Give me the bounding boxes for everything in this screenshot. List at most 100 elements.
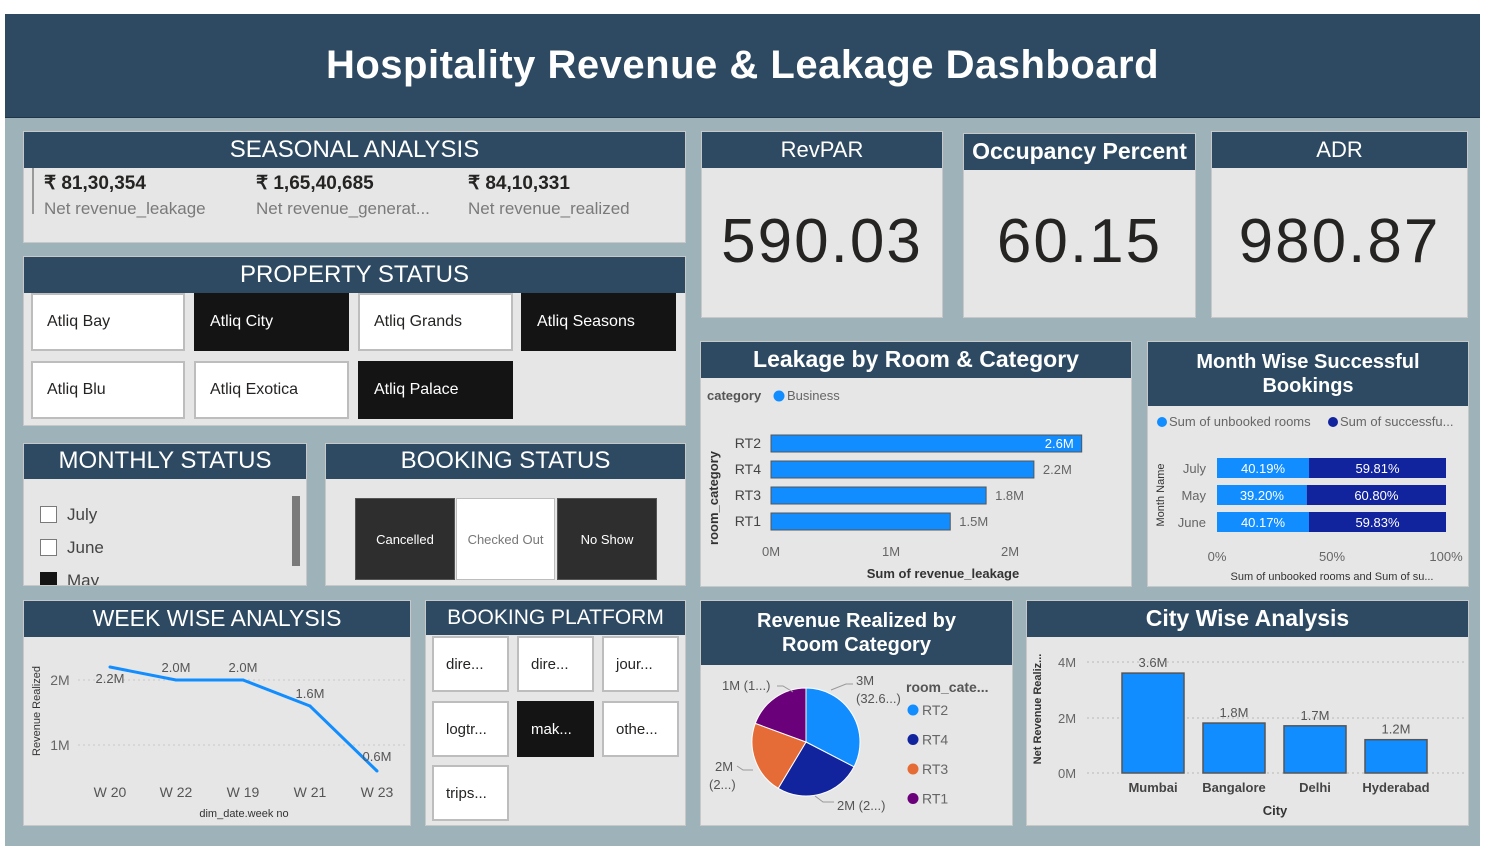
booking-no-show-button[interactable]: No Show [557, 498, 657, 580]
x-tick-50: 50% [1319, 549, 1345, 564]
week-line-chart[interactable]: Revenue Realized 2M 1M 2.2M W 20 2.0M W 22 2… [24, 637, 410, 825]
revenue-pie-chart[interactable]: 3M (32.6...) 2M (2...) 2M (2...) 1M (1..… [701, 665, 1012, 825]
pie-callout: (2...) [709, 777, 736, 792]
legend-marker-successful [1328, 417, 1338, 427]
platform-journey-button[interactable]: jour... [602, 636, 679, 692]
line-point [308, 704, 312, 708]
month-june-label[interactable]: June [67, 538, 104, 558]
week-analysis-card: WEEK WISE ANALYSIS Revenue Realized 2M 1… [23, 600, 411, 826]
point-value-label: 2.0M [229, 660, 258, 675]
line-point [375, 769, 379, 773]
x-tick-label: W 20 [94, 784, 127, 800]
x-tick-100: 100% [1429, 549, 1463, 564]
dashboard-title: Hospitality Revenue & Leakage Dashboard [5, 14, 1480, 118]
property-atliq-blu-button[interactable]: Atliq Blu [31, 361, 185, 419]
bar-value-label: 1.5M [959, 514, 988, 529]
month-stacked-bar-chart[interactable]: Sum of unbooked rooms Sum of successfu..… [1148, 406, 1468, 586]
legend-marker [907, 734, 919, 745]
y-axis-title: Net Revenue Realiz... [1032, 654, 1044, 765]
legend-item: RT1 [922, 791, 948, 807]
property-atliq-city-button[interactable]: Atliq City [194, 293, 349, 351]
kpi-value: ₹ 81,30,354 [44, 173, 146, 194]
kpi-net-revenue-realized[interactable]: ₹ 84,10,331 Net revenue_realized [468, 172, 630, 219]
property-atliq-palace-button[interactable]: Atliq Palace [358, 361, 513, 419]
callout-line [736, 765, 753, 771]
platform-direct-online-button[interactable]: dire... [432, 636, 509, 692]
legend-marker-business [773, 390, 785, 402]
occupancy-card[interactable]: Occupancy Percent 60.15 [963, 133, 1196, 318]
x-tick-1m: 1M [882, 544, 900, 559]
month-june-checkbox[interactable] [40, 539, 57, 556]
kpi-label: Net revenue_realized [468, 199, 630, 218]
line-point [108, 665, 112, 669]
monthly-status-scrollbar[interactable] [292, 496, 300, 566]
monthly-status-card: MONTHLY STATUS July June May [23, 443, 307, 586]
leakage-bar [770, 460, 1035, 479]
y-tick-label: RT2 [735, 435, 761, 451]
pie-legend-title: room_cate... [906, 679, 988, 695]
month-july-checkbox[interactable] [40, 506, 57, 523]
x-tick-label: W 19 [227, 784, 260, 800]
month-july-label[interactable]: July [67, 505, 97, 525]
booking-checked-out-button[interactable]: Checked Out [456, 498, 555, 580]
legend-item-successful: Sum of successfu... [1340, 414, 1453, 429]
legend-item-business: Business [787, 388, 840, 403]
occupancy-heading: Occupancy Percent [964, 134, 1195, 170]
point-value-label: 2.2M [96, 671, 125, 686]
property-status-card: PROPERTY STATUS Atliq Bay Atliq City Atl… [23, 256, 686, 426]
month-may-label[interactable]: May [67, 571, 99, 585]
legend-item: RT4 [922, 732, 948, 748]
leakage-bar-chart[interactable]: category Business room_category RT2 2.6M R… [701, 378, 1131, 586]
segment-label: 60.80% [1354, 488, 1399, 503]
platform-tripster-button[interactable]: trips... [432, 765, 509, 821]
revpar-heading: RevPAR [702, 132, 942, 168]
week-analysis-heading: WEEK WISE ANALYSIS [24, 601, 410, 637]
platform-others-button[interactable]: othe... [602, 701, 679, 757]
line-point [241, 678, 245, 682]
legend-marker [907, 763, 919, 775]
platform-direct-offline-button[interactable]: dire... [517, 636, 594, 692]
month-bookings-heading: Month Wise Successful Bookings [1148, 342, 1468, 406]
adr-card[interactable]: ADR 980.87 [1211, 131, 1468, 318]
kpi-net-revenue-generated[interactable]: ₹ 1,65,40,685 Net revenue_generat... [256, 172, 430, 219]
kpi-divider [32, 168, 34, 214]
pie-callout: 3M [856, 673, 874, 688]
booking-status-heading: BOOKING STATUS [326, 444, 685, 479]
property-atliq-bay-button[interactable]: Atliq Bay [31, 293, 185, 351]
adr-heading: ADR [1212, 132, 1467, 168]
property-atliq-grands-button[interactable]: Atliq Grands [358, 293, 513, 351]
month-may-checkbox[interactable] [40, 572, 57, 585]
property-atliq-exotica-button[interactable]: Atliq Exotica [194, 361, 349, 419]
y-tick-1m: 1M [50, 737, 69, 753]
y-axis-title: Month Name [1155, 464, 1167, 527]
revenue-line [109, 665, 379, 773]
bar-value-label: 1.8M [995, 488, 1024, 503]
booking-cancelled-button[interactable]: Cancelled [355, 498, 455, 580]
kpi-value: ₹ 84,10,331 [468, 173, 570, 194]
y-tick-4m: 4M [1058, 655, 1076, 670]
legend-item: RT3 [922, 761, 948, 777]
pie-callout: 2M (2...) [837, 798, 885, 813]
platform-logtrip-button[interactable]: logtr... [432, 701, 509, 757]
city-bar [1121, 672, 1185, 774]
platform-makeyourtrip-button[interactable]: mak... [517, 701, 594, 757]
city-bar-chart[interactable]: Net Revenue Realiz... 4M 2M 0M 3.6M Mumba… [1027, 637, 1468, 825]
revpar-card[interactable]: RevPAR 590.03 [701, 131, 943, 318]
city-bar [1364, 738, 1428, 774]
seasonal-analysis-heading: SEASONAL ANALYSIS [24, 132, 685, 168]
x-tick-2m: 2M [1001, 544, 1019, 559]
property-atliq-seasons-button[interactable]: Atliq Seasons [521, 293, 676, 351]
city-analysis-heading: City Wise Analysis [1027, 601, 1468, 637]
monthly-status-heading: MONTHLY STATUS [24, 444, 306, 479]
kpi-net-revenue-leakage[interactable]: ₹ 81,30,354 Net revenue_leakage [44, 172, 206, 219]
callout-line [777, 685, 794, 693]
bar-value-label: 1.7M [1301, 708, 1330, 723]
y-tick-0m: 0M [1058, 766, 1076, 781]
month-bookings-card: Month Wise Successful Bookings Sum of un… [1147, 341, 1469, 587]
bar-value-label: 1.8M [1220, 705, 1249, 720]
y-tick-2m: 2M [50, 672, 69, 688]
x-tick-label: Bangalore [1202, 780, 1266, 795]
bar-value-label: 1.2M [1382, 722, 1411, 737]
segment-label: 59.81% [1355, 461, 1400, 476]
pie-callout: (32.6...) [856, 691, 901, 706]
